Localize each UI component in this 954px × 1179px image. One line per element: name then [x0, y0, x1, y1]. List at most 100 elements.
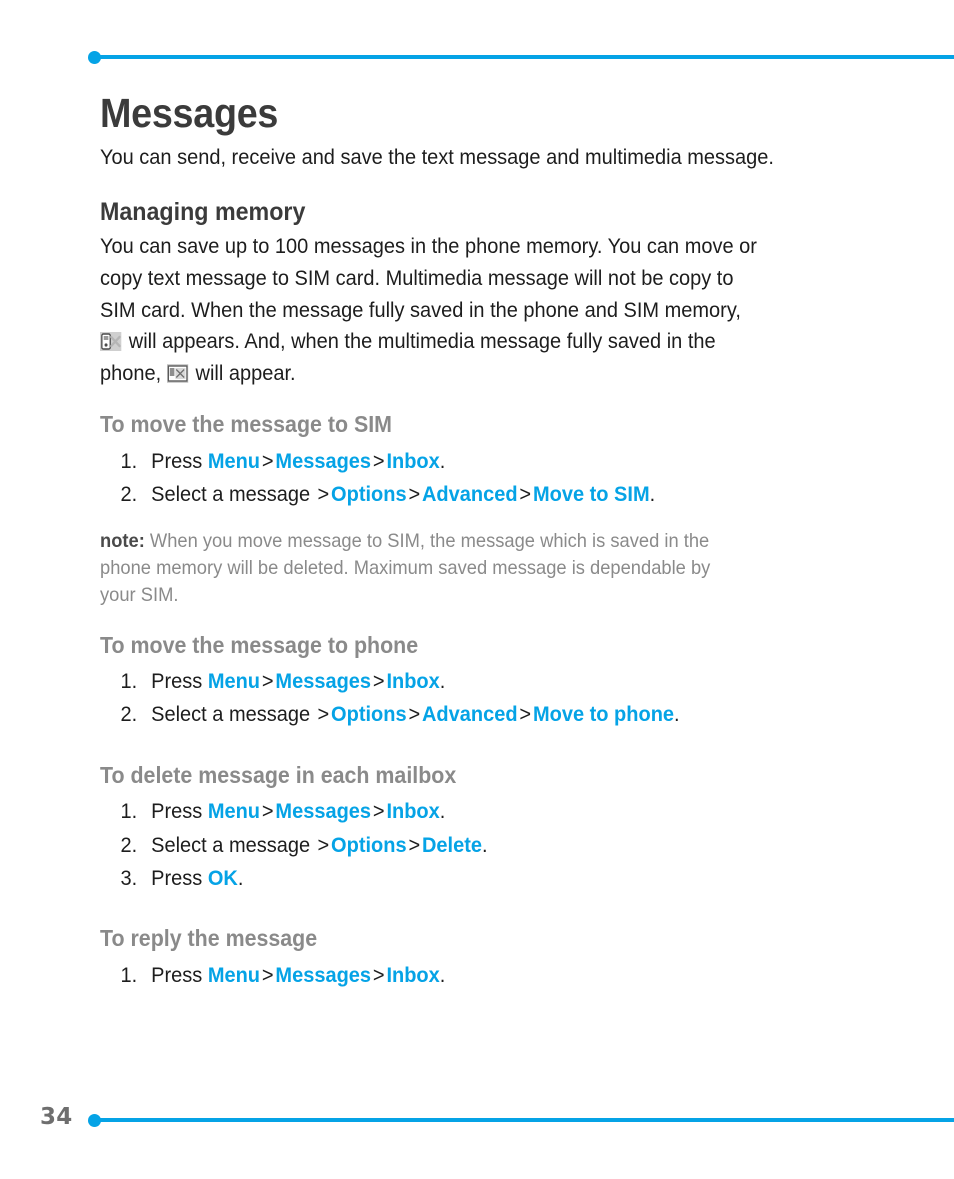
step-text: Select a message >Options>Advanced>Move … — [151, 482, 655, 506]
keyword-inbox[interactable]: Inbox — [386, 963, 439, 987]
keyword-advanced[interactable]: Advanced — [422, 702, 518, 726]
step-fragment: . — [439, 669, 446, 694]
keyword-messages[interactable]: Messages — [275, 963, 371, 987]
header-rule-line — [100, 55, 954, 59]
step-text: Press Menu>Messages>Inbox. — [151, 799, 445, 823]
list-item: 3. Press OK. — [100, 862, 816, 895]
list-item: 1. Press Menu>Messages>Inbox. — [100, 445, 816, 478]
list-item: 2. Select a message >Options>Delete. — [100, 829, 816, 862]
step-text: Press Menu>Messages>Inbox. — [151, 449, 445, 473]
step-list: 1. Press Menu>Messages>Inbox. 2. Select … — [100, 795, 870, 895]
managing-memory-paragraph: You can save up to 100 messages in the p… — [100, 231, 816, 389]
section-move-to-phone: To move the message to phone 1. Press Me… — [100, 632, 870, 762]
footer-rule-line — [100, 1118, 954, 1122]
separator: > — [372, 962, 385, 987]
step-fragment: Select a message — [151, 482, 316, 507]
page-intro: You can send, receive and save the text … — [100, 145, 774, 170]
separator: > — [317, 482, 330, 507]
step-fragment: . — [649, 482, 656, 507]
section-move-to-sim: To move the message to SIM 1. Press Menu… — [100, 411, 870, 609]
step-fragment: . — [439, 962, 446, 987]
keyword-messages[interactable]: Messages — [275, 669, 371, 693]
step-fragment: Press — [151, 448, 208, 473]
keyword-delete[interactable]: Delete — [422, 833, 482, 857]
step-fragment: Select a message — [151, 702, 316, 727]
section-heading: To move the message to SIM — [100, 411, 393, 438]
keyword-menu[interactable]: Menu — [208, 449, 260, 473]
paragraph-line-text: will appears. And, when the multimedia m… — [123, 329, 716, 354]
step-text: Select a message >Options>Advanced>Move … — [151, 702, 679, 726]
note-label: note: — [100, 529, 145, 552]
separator: > — [372, 669, 385, 694]
step-fragment: . — [482, 832, 488, 857]
step-number: 1. — [120, 962, 138, 987]
mms-memory-full-icon — [166, 363, 189, 383]
step-fragment: . — [439, 448, 446, 473]
note-line: phone memory will be deleted. Maximum sa… — [100, 556, 711, 579]
separator: > — [372, 448, 385, 473]
note-line: note: When you move message to SIM, the … — [100, 528, 824, 555]
keyword-menu[interactable]: Menu — [208, 799, 260, 823]
separator: > — [261, 962, 274, 987]
keyword-move-to-phone[interactable]: Move to phone — [533, 702, 674, 726]
paragraph-line-text: phone, — [100, 360, 162, 385]
list-item: 1. Press Menu>Messages>Inbox. — [100, 795, 816, 828]
step-list: 1. Press Menu>Messages>Inbox. — [100, 959, 870, 992]
step-number: 2. — [120, 702, 138, 727]
list-item: 2. Select a message >Options>Advanced>Mo… — [100, 698, 816, 731]
step-fragment: Press — [151, 799, 208, 824]
step-fragment: Press — [151, 669, 208, 694]
separator: > — [519, 482, 532, 507]
keyword-advanced[interactable]: Advanced — [422, 482, 518, 506]
separator: > — [408, 832, 421, 857]
step-number: 1. — [120, 799, 138, 824]
keyword-options[interactable]: Options — [331, 702, 407, 726]
paragraph-line: will appears. And, when the multimedia m… — [100, 326, 816, 358]
managing-memory-heading: Managing memory — [100, 198, 306, 227]
keyword-inbox[interactable]: Inbox — [386, 449, 439, 473]
header-rule — [0, 49, 954, 65]
keyword-move-to-sim[interactable]: Move to SIM — [533, 482, 650, 506]
list-item: 2. Select a message >Options>Advanced>Mo… — [100, 478, 816, 511]
separator: > — [261, 669, 274, 694]
step-text: Select a message >Options>Delete. — [151, 833, 487, 857]
keyword-messages[interactable]: Messages — [275, 799, 371, 823]
separator: > — [408, 702, 421, 727]
separator: > — [372, 799, 385, 824]
step-number: 2. — [120, 832, 138, 857]
note-text: When you move message to SIM, the messag… — [144, 529, 710, 552]
keyword-inbox[interactable]: Inbox — [386, 799, 439, 823]
sim-memory-full-icon — [100, 332, 122, 352]
step-fragment: Select a message — [151, 832, 316, 857]
page-content: Messages You can send, receive and save … — [100, 91, 870, 1008]
paragraph-line: You can save up to 100 messages in the p… — [100, 234, 757, 259]
separator: > — [261, 799, 274, 824]
paragraph-line: phone, will appear. — [100, 358, 816, 390]
step-fragment: . — [439, 799, 446, 824]
section-heading: To reply the message — [100, 925, 318, 952]
keyword-messages[interactable]: Messages — [275, 449, 371, 473]
note-block: note: When you move message to SIM, the … — [100, 528, 824, 610]
keyword-inbox[interactable]: Inbox — [386, 669, 439, 693]
section-delete-message: To delete message in each mailbox 1. Pre… — [100, 762, 870, 926]
step-fragment: . — [237, 865, 244, 890]
step-number: 2. — [120, 482, 138, 507]
separator: > — [408, 482, 421, 507]
separator: > — [317, 702, 330, 727]
step-text: Press Menu>Messages>Inbox. — [151, 963, 445, 987]
step-fragment: . — [674, 702, 680, 727]
separator: > — [317, 832, 330, 857]
separator: > — [519, 702, 532, 727]
keyword-options[interactable]: Options — [331, 482, 407, 506]
paragraph-line-text: will appear. — [189, 360, 296, 385]
step-fragment: Press — [151, 865, 208, 890]
step-text: Press Menu>Messages>Inbox. — [151, 669, 445, 693]
keyword-menu[interactable]: Menu — [208, 963, 260, 987]
step-list: 1. Press Menu>Messages>Inbox. 2. Select … — [100, 445, 870, 512]
section-heading: To delete message in each mailbox — [100, 761, 457, 788]
keyword-menu[interactable]: Menu — [208, 669, 260, 693]
step-list: 1. Press Menu>Messages>Inbox. 2. Select … — [100, 665, 870, 732]
keyword-options[interactable]: Options — [331, 833, 407, 857]
note-line: your SIM. — [100, 584, 179, 607]
keyword-ok[interactable]: OK — [208, 866, 238, 890]
